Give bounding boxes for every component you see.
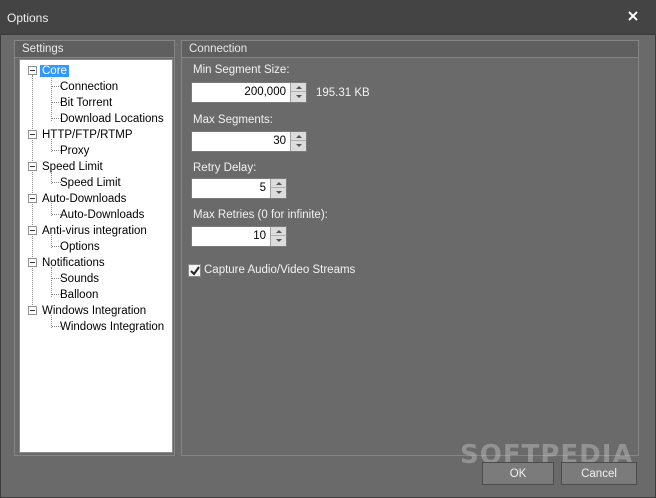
arrow-down-icon xyxy=(275,239,282,242)
tree-item-label: Balloon xyxy=(60,289,99,301)
tree-item-antivirus[interactable]: Anti-virus integration xyxy=(42,223,147,239)
max-segments-label: Max Segments: xyxy=(193,114,273,126)
max-segments-increment[interactable] xyxy=(291,132,306,141)
connection-group-header: Connection xyxy=(182,41,638,58)
checkmark-icon xyxy=(189,265,200,276)
tree-item-label: Windows Integration xyxy=(42,305,147,317)
arrow-down-icon xyxy=(275,191,282,194)
tree-item-speed-limit-child[interactable]: Speed Limit xyxy=(60,175,121,191)
tree-item-windows-integration[interactable]: Windows Integration xyxy=(42,303,146,319)
tree-item-label: Notifications xyxy=(42,257,105,269)
tree-item-proxy[interactable]: Proxy xyxy=(60,143,89,159)
max-segments-decrement[interactable] xyxy=(291,141,306,150)
arrow-up-icon xyxy=(275,181,282,185)
tree-item-label: Connection xyxy=(60,81,119,93)
min-segment-label: Min Segment Size: xyxy=(193,64,290,76)
tree-item-label: Download Locations xyxy=(60,113,164,125)
tree-item-bit-torrent[interactable]: Bit Torrent xyxy=(60,95,112,111)
max-retries-decrement[interactable] xyxy=(271,236,286,245)
tree-item-antivirus-options[interactable]: Options xyxy=(60,239,100,255)
tree-item-notifications[interactable]: Notifications xyxy=(42,255,105,271)
tree-item-http-ftp-rtmp[interactable]: HTTP/FTP/RTMP xyxy=(42,127,133,143)
tree-item-label: Core xyxy=(40,65,69,77)
tree-item-label: Bit Torrent xyxy=(60,97,113,109)
retry-delay-label: Retry Delay: xyxy=(193,162,257,174)
max-segments-stepper[interactable]: 30 xyxy=(191,131,307,152)
tree-item-label: Proxy xyxy=(60,145,90,157)
settings-tree[interactable]: Core Connection Bit Torrent Download Loc… xyxy=(19,59,173,453)
tree-item-speed-limit[interactable]: Speed Limit xyxy=(42,159,103,175)
collapse-speed-limit-icon[interactable] xyxy=(28,162,37,171)
collapse-windows-integration-icon[interactable] xyxy=(28,306,37,315)
tree-item-core[interactable]: Core xyxy=(40,63,69,79)
arrow-down-icon xyxy=(295,95,302,98)
tree-item-label: Sounds xyxy=(60,273,100,285)
tree-item-label: Auto-Downloads xyxy=(60,209,145,221)
tree-item-connection[interactable]: Connection xyxy=(60,79,118,95)
tree-item-auto-downloads[interactable]: Auto-Downloads xyxy=(42,191,126,207)
max-retries-value: 10 xyxy=(253,230,266,242)
collapse-http-icon[interactable] xyxy=(28,130,37,139)
retry-delay-increment[interactable] xyxy=(271,179,286,188)
min-segment-hint: 195.31 KB xyxy=(316,87,370,99)
title-bar: Options xyxy=(0,0,656,34)
ok-button-label: OK xyxy=(509,467,527,480)
close-button[interactable] xyxy=(622,6,644,26)
min-segment-increment[interactable] xyxy=(291,83,306,92)
settings-group-title: Settings xyxy=(22,43,64,55)
retry-delay-value: 5 xyxy=(259,182,266,194)
cancel-button[interactable]: Cancel xyxy=(561,462,637,485)
tree-item-sounds[interactable]: Sounds xyxy=(60,271,99,287)
capture-streams-checkbox[interactable] xyxy=(188,264,201,277)
arrow-down-icon xyxy=(295,144,302,147)
collapse-notifications-icon[interactable] xyxy=(28,258,37,267)
max-retries-increment[interactable] xyxy=(271,227,286,236)
max-retries-label: Max Retries (0 for infinite): xyxy=(193,209,328,221)
collapse-core-icon[interactable] xyxy=(28,66,37,75)
min-segment-value: 200,000 xyxy=(244,86,286,98)
tree-item-auto-downloads-child[interactable]: Auto-Downloads xyxy=(60,207,144,223)
close-icon xyxy=(628,11,638,21)
collapse-antivirus-icon[interactable] xyxy=(28,226,37,235)
tree-item-label: Auto-Downloads xyxy=(42,193,127,205)
tree-item-download-locations[interactable]: Download Locations xyxy=(60,111,164,127)
min-segment-decrement[interactable] xyxy=(291,92,306,101)
tree-item-label: Anti-virus integration xyxy=(42,225,147,237)
arrow-up-icon xyxy=(295,85,302,89)
max-segments-value: 30 xyxy=(273,135,286,147)
collapse-auto-downloads-icon[interactable] xyxy=(28,194,37,203)
min-segment-stepper[interactable]: 200,000 xyxy=(191,82,307,103)
capture-streams-label[interactable]: Capture Audio/Video Streams xyxy=(204,264,355,276)
arrow-up-icon xyxy=(275,229,282,233)
tree-item-label: HTTP/FTP/RTMP xyxy=(42,129,133,141)
tree-item-balloon[interactable]: Balloon xyxy=(60,287,98,303)
tree-item-windows-integration-child[interactable]: Windows Integration xyxy=(60,319,164,335)
window-title: Options xyxy=(7,11,49,25)
arrow-up-icon xyxy=(295,134,302,138)
settings-group-header: Settings xyxy=(15,41,174,58)
ok-button[interactable]: OK xyxy=(482,462,554,485)
tree-item-label: Speed Limit xyxy=(60,177,121,189)
tree-item-label: Speed Limit xyxy=(42,161,103,173)
max-retries-stepper[interactable]: 10 xyxy=(191,226,287,247)
tree-item-label: Options xyxy=(60,241,100,253)
connection-group-title: Connection xyxy=(189,43,248,55)
tree-item-label: Windows Integration xyxy=(60,321,165,333)
retry-delay-decrement[interactable] xyxy=(271,188,286,197)
cancel-button-label: Cancel xyxy=(581,467,617,480)
retry-delay-stepper[interactable]: 5 xyxy=(191,178,287,199)
